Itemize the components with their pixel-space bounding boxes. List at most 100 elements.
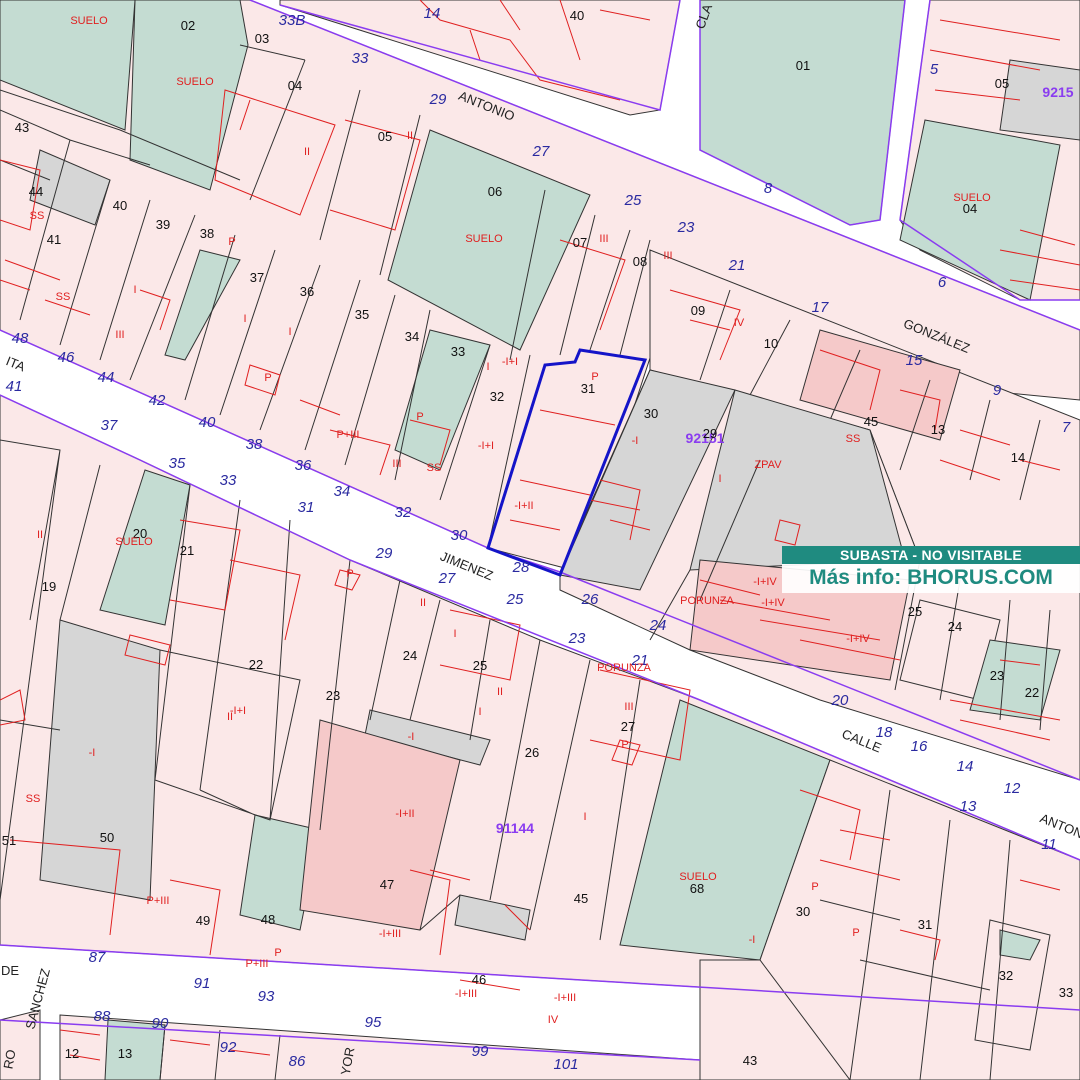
auction-banner: SUBASTA - NO VISITABLE Más info: BHORUS.…: [782, 546, 1080, 593]
house-number: 14: [424, 5, 441, 22]
house-number: 23: [568, 630, 586, 647]
use-label: SUELO: [176, 76, 214, 88]
use-label: IV: [548, 1014, 559, 1026]
house-number: 41: [6, 378, 23, 395]
use-label: -I: [89, 747, 96, 759]
use-label: SUELO: [465, 233, 503, 245]
parcel-number: 06: [488, 184, 502, 199]
use-label: P: [274, 947, 281, 959]
parcel-number: 08: [633, 254, 647, 269]
parcel-number: 25: [908, 604, 922, 619]
parcel-number: 43: [743, 1053, 757, 1068]
cadastral-map[interactable]: ANTONIO GONZÁLEZ JIMENEZ CALLE ANTON ITA CLA SA…: [0, 0, 1080, 1080]
use-label: -I+III: [455, 988, 477, 1000]
house-number: 15: [906, 352, 923, 369]
house-number: 32: [395, 504, 412, 521]
house-number: 17: [812, 299, 829, 316]
parcel-number: 22: [249, 657, 263, 672]
use-label: II: [407, 130, 413, 142]
house-number: 42: [149, 392, 166, 409]
use-label: PORUNZA: [680, 595, 734, 607]
parcel-number: 10: [764, 336, 778, 351]
house-number: 86: [289, 1053, 306, 1070]
use-label: SS: [26, 793, 41, 805]
parcel-number: 26: [525, 745, 539, 760]
house-number: 93: [258, 988, 275, 1005]
parcel-number: 23: [990, 668, 1004, 683]
parcel-number: 31: [918, 917, 932, 932]
house-number: 25: [506, 591, 524, 608]
use-label: I: [243, 313, 246, 325]
house-number: 20: [831, 692, 849, 709]
parcel-number: 03: [255, 31, 269, 46]
use-label: SUELO: [679, 871, 717, 883]
house-number: 91: [194, 975, 211, 992]
use-label: I: [478, 706, 481, 718]
use-label: -I+I: [478, 440, 494, 452]
house-number: 88: [94, 1008, 111, 1025]
parcel-number: 33: [1059, 985, 1073, 1000]
parcel-number: 68: [690, 881, 704, 896]
parcel-number: 04: [288, 78, 302, 93]
parcel-number: 45: [864, 414, 878, 429]
use-label: SS: [427, 462, 442, 474]
use-label: IV: [734, 317, 745, 329]
house-number: 46: [58, 349, 75, 366]
parcel-50[interactable]: [39, 619, 161, 901]
house-number: 6: [938, 274, 947, 291]
parcel-number: 45: [574, 891, 588, 906]
use-label: -I+II: [395, 808, 414, 820]
house-number: 87: [89, 949, 106, 966]
map-canvas: ANTONIOGONZÁLEZJIMENEZCALLEANTONITACLASA…: [0, 0, 1080, 1080]
parcel-number: 38: [200, 226, 214, 241]
parcel-number: 32: [490, 389, 504, 404]
parcel-number: 29: [703, 426, 717, 441]
banner-info-link[interactable]: Más info: BHORUS.COM: [782, 564, 1080, 593]
house-number: 38: [246, 436, 263, 453]
parcel-number: 21: [180, 543, 194, 558]
use-label: III: [663, 250, 672, 262]
house-number: 33: [352, 50, 369, 67]
use-label: P: [852, 927, 859, 939]
parcel-number: 07: [573, 235, 587, 250]
parcel-number: 33: [451, 344, 465, 359]
use-label: -I: [632, 435, 639, 447]
parcel-number: 13: [931, 422, 945, 437]
block-id: 91144: [496, 820, 534, 836]
house-number: 99: [472, 1043, 489, 1060]
parcel-number: 46: [472, 972, 486, 987]
house-number: 18: [876, 724, 893, 741]
house-number: 90: [152, 1015, 169, 1032]
parcel-number: 23: [326, 688, 340, 703]
house-number: 25: [624, 192, 642, 209]
use-label: P: [228, 236, 235, 248]
house-number: 29: [375, 545, 393, 562]
parcel-number: 50: [100, 830, 114, 845]
parcel-number: 41: [47, 232, 61, 247]
use-label: -I: [749, 934, 756, 946]
use-label: II: [37, 529, 43, 541]
parcel-number: 05: [995, 76, 1009, 91]
parcel-number: 44: [29, 184, 43, 199]
use-label: I: [486, 361, 489, 373]
parcel-number: 25: [473, 658, 487, 673]
use-label: I: [453, 628, 456, 640]
parcel-number: 37: [250, 270, 264, 285]
use-label: SUELO: [115, 536, 153, 548]
use-label: SS: [846, 433, 861, 445]
use-label: P: [811, 881, 818, 893]
house-number: 27: [438, 570, 456, 587]
house-number: 33: [220, 472, 237, 489]
use-label: SS: [56, 291, 71, 303]
house-number: 44: [98, 369, 115, 386]
use-label: -I+IV: [846, 633, 870, 645]
house-number: 12: [1004, 780, 1021, 797]
use-label: P+III: [337, 429, 360, 441]
parcel-number: 48: [261, 912, 275, 927]
house-number: 34: [334, 483, 351, 500]
house-number: 16: [911, 738, 928, 755]
house-number: 48: [12, 330, 29, 347]
parcel-number: 27: [621, 719, 635, 734]
use-label: -I+III: [554, 992, 576, 1004]
parcel-number: 39: [156, 217, 170, 232]
